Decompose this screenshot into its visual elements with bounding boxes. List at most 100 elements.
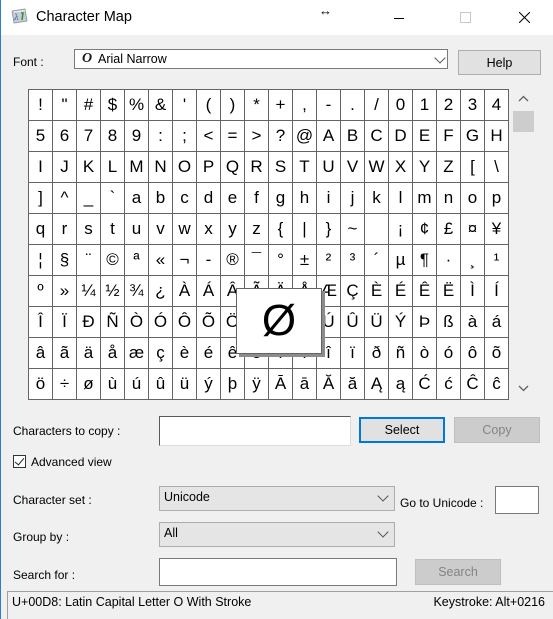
go-to-unicode-input[interactable] — [495, 486, 539, 514]
character-cell[interactable]: B — [341, 121, 365, 152]
character-cell[interactable]: J — [53, 152, 77, 183]
select-button[interactable]: Select — [359, 417, 445, 443]
character-cell[interactable]: L — [101, 152, 125, 183]
character-cell[interactable]: < — [197, 121, 221, 152]
character-cell[interactable]: | — [293, 214, 317, 245]
character-cell[interactable]: X — [389, 152, 413, 183]
character-cell[interactable]: § — [53, 245, 77, 276]
character-cell[interactable]: Ć — [413, 369, 437, 400]
character-cell[interactable]: p — [485, 183, 509, 214]
character-cell[interactable]: D — [389, 121, 413, 152]
character-cell[interactable]: ù — [101, 369, 125, 400]
character-cell[interactable]: O — [173, 152, 197, 183]
close-button[interactable] — [501, 0, 547, 35]
character-cell[interactable]: P — [197, 152, 221, 183]
character-cell[interactable]: a — [125, 183, 149, 214]
character-cell[interactable]: ĉ — [485, 369, 509, 400]
character-cell[interactable]: © — [101, 245, 125, 276]
character-cell[interactable]: x — [197, 214, 221, 245]
character-cell[interactable]: ¼ — [77, 276, 101, 307]
character-cell[interactable]: N — [149, 152, 173, 183]
character-cell[interactable]: ¢ — [413, 214, 437, 245]
character-cell[interactable]: C — [365, 121, 389, 152]
character-cell[interactable]: K — [77, 152, 101, 183]
maximize-button[interactable] — [442, 0, 488, 35]
character-cell[interactable]: ½ — [101, 276, 125, 307]
character-cell[interactable]: ¹ — [485, 245, 509, 276]
character-cell[interactable]: = — [221, 121, 245, 152]
character-cell[interactable]: ç — [149, 338, 173, 369]
character-cell[interactable]: ] — [29, 183, 53, 214]
character-cell[interactable]: 3 — [461, 90, 485, 121]
character-cell[interactable]: , — [293, 90, 317, 121]
title-bar[interactable]: λ Character Map ↔ — [1, 0, 553, 35]
character-cell[interactable]: Ò — [125, 307, 149, 338]
character-cell[interactable]: ? — [269, 121, 293, 152]
character-cell[interactable]: £ — [437, 214, 461, 245]
character-cell[interactable]: ( — [197, 90, 221, 121]
character-cell[interactable]: Ê — [413, 276, 437, 307]
character-cell[interactable]: ć — [437, 369, 461, 400]
character-cell[interactable]: à — [461, 307, 485, 338]
character-cell[interactable]: 6 — [53, 121, 77, 152]
character-cell[interactable]: Ç — [341, 276, 365, 307]
character-cell[interactable]: z — [245, 214, 269, 245]
character-cell[interactable]: ª — [125, 245, 149, 276]
character-cell[interactable]: q — [29, 214, 53, 245]
character-cell[interactable]: ñ — [389, 338, 413, 369]
character-cell[interactable]: ± — [293, 245, 317, 276]
character-cell[interactable]: W — [365, 152, 389, 183]
character-cell[interactable]: M — [125, 152, 149, 183]
character-cell[interactable]: Ñ — [101, 307, 125, 338]
character-cell[interactable]: ° — [269, 245, 293, 276]
character-cell[interactable]: » — [53, 276, 77, 307]
character-cell[interactable]: ¾ — [125, 276, 149, 307]
character-cell[interactable]: n — [437, 183, 461, 214]
character-cell[interactable]: ® — [221, 245, 245, 276]
character-cell[interactable]: m — [413, 183, 437, 214]
character-cell[interactable]: ò — [413, 338, 437, 369]
character-cell[interactable]: 5 — [29, 121, 53, 152]
character-cell[interactable]: Þ — [413, 307, 437, 338]
character-cell[interactable]: d — [197, 183, 221, 214]
character-cell[interactable]: h — [293, 183, 317, 214]
character-cell[interactable]: b — [149, 183, 173, 214]
character-cell[interactable]: ¨ — [77, 245, 101, 276]
character-cell[interactable]: . — [341, 90, 365, 121]
character-cell[interactable]: µ — [389, 245, 413, 276]
copy-button[interactable]: Copy — [454, 417, 540, 443]
character-cell[interactable]: f — [245, 183, 269, 214]
character-cell[interactable]: @ — [293, 121, 317, 152]
character-cell[interactable]: á — [485, 307, 509, 338]
character-cell[interactable]: s — [77, 214, 101, 245]
character-cell[interactable]: ÿ — [245, 369, 269, 400]
search-field[interactable] — [160, 559, 396, 585]
character-cell[interactable]: ø — [77, 369, 101, 400]
character-cell[interactable]: e — [221, 183, 245, 214]
character-cell[interactable]: û — [149, 369, 173, 400]
character-cell[interactable]: ¯ — [245, 245, 269, 276]
character-cell[interactable]: æ — [125, 338, 149, 369]
character-cell[interactable]: > — [245, 121, 269, 152]
character-cell[interactable]: g — [269, 183, 293, 214]
character-cell[interactable]: \ — [485, 152, 509, 183]
minimize-button[interactable] — [376, 0, 422, 35]
character-cell[interactable]: 1 — [413, 90, 437, 121]
character-cell[interactable]: Ą — [365, 369, 389, 400]
scroll-up-button[interactable] — [510, 89, 538, 109]
character-cell[interactable]: ā — [293, 369, 317, 400]
character-cell[interactable]: ^ — [53, 183, 77, 214]
character-cell[interactable]: y — [221, 214, 245, 245]
go-to-unicode-field[interactable] — [496, 487, 538, 513]
character-cell[interactable]: · — [437, 245, 461, 276]
character-cell[interactable]: [ — [461, 152, 485, 183]
character-cell[interactable]: c — [173, 183, 197, 214]
character-cell[interactable]: Ð — [77, 307, 101, 338]
character-cell[interactable]: ¡ — [389, 214, 413, 245]
character-cell[interactable]: ¶ — [413, 245, 437, 276]
character-cell[interactable]: ÷ — [53, 369, 77, 400]
character-cell[interactable]: R — [245, 152, 269, 183]
character-cell[interactable]: Z — [437, 152, 461, 183]
character-cell[interactable]: A — [317, 121, 341, 152]
character-cell[interactable]: Ý — [389, 307, 413, 338]
